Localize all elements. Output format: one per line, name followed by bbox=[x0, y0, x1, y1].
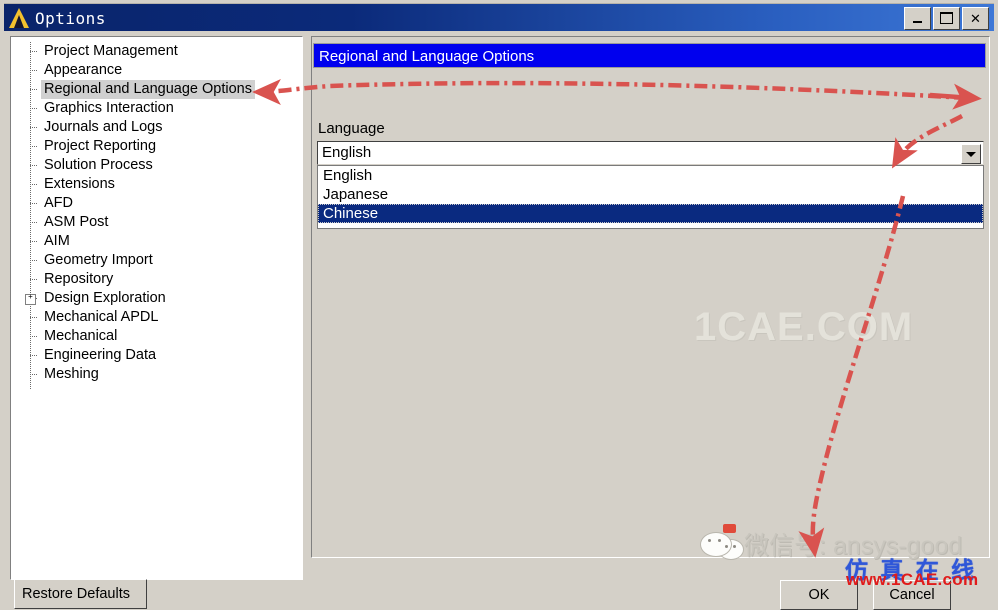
watermark-centre: 1CAE.COM bbox=[694, 305, 914, 349]
tree-item-label: Regional and Language Options bbox=[41, 80, 255, 99]
minimize-button[interactable] bbox=[904, 6, 931, 30]
tree-item-label: ASM Post bbox=[44, 214, 109, 230]
tree-connector bbox=[30, 146, 37, 148]
tree-item-label: AFD bbox=[44, 195, 73, 211]
tree-item-project-reporting[interactable]: Project Reporting bbox=[11, 137, 302, 156]
tree-connector bbox=[30, 184, 37, 186]
ok-button[interactable]: OK bbox=[780, 580, 858, 610]
tree-connector bbox=[30, 317, 37, 319]
tree-item-regional-and-language-options[interactable]: Regional and Language Options bbox=[11, 80, 302, 99]
tree-connector bbox=[30, 355, 37, 357]
window-title: Options bbox=[35, 8, 106, 28]
language-combobox[interactable]: English bbox=[317, 141, 984, 165]
tree-item-label: Mechanical APDL bbox=[44, 309, 159, 325]
dropdown-option-english[interactable]: English bbox=[318, 166, 983, 185]
window-frame-right bbox=[994, 0, 998, 587]
tree-connector bbox=[30, 279, 37, 281]
title-bar: Options ✕ bbox=[4, 3, 994, 32]
maximize-icon bbox=[940, 12, 953, 24]
tree-item-label: Mechanical bbox=[44, 328, 118, 344]
language-selected-value: English bbox=[322, 144, 372, 161]
close-button[interactable]: ✕ bbox=[962, 6, 989, 30]
tree-connector bbox=[30, 70, 37, 72]
tree-connector bbox=[30, 203, 37, 205]
ansys-logo-icon bbox=[8, 7, 30, 29]
tree-item-label: Design Exploration bbox=[44, 290, 166, 306]
tree-connector bbox=[30, 127, 37, 129]
close-icon: ✕ bbox=[970, 10, 981, 26]
tree-item-label: Project Management bbox=[44, 43, 178, 59]
tree-connector bbox=[30, 51, 37, 53]
language-label: Language bbox=[318, 120, 385, 137]
tree-item-aim[interactable]: AIM bbox=[11, 232, 302, 251]
tree-item-label: Repository bbox=[44, 271, 114, 287]
tree-item-appearance[interactable]: Appearance bbox=[11, 61, 302, 80]
tree-connector bbox=[30, 222, 37, 224]
options-panel: Regional and Language Options Language E… bbox=[311, 36, 990, 558]
tree-item-label: Extensions bbox=[44, 176, 115, 192]
tree-item-label: Graphics Interaction bbox=[44, 100, 174, 116]
settings-tree[interactable]: Project Management Appearance Regional and… bbox=[10, 36, 303, 580]
tree-connector bbox=[30, 108, 37, 110]
tree-item-mechanical-apdl[interactable]: Mechanical APDL bbox=[11, 308, 302, 327]
tree-item-label: Engineering Data bbox=[44, 347, 157, 363]
panel-splitter[interactable] bbox=[304, 36, 309, 578]
tree-item-graphics-interaction[interactable]: Graphics Interaction bbox=[11, 99, 302, 118]
tree-expand-icon[interactable]: + bbox=[25, 293, 36, 305]
section-header: Regional and Language Options bbox=[313, 43, 986, 68]
tree-connector bbox=[30, 374, 37, 376]
minimize-icon bbox=[913, 20, 922, 23]
maximize-button[interactable] bbox=[933, 6, 960, 30]
dropdown-option-japanese[interactable]: Japanese bbox=[318, 185, 983, 204]
dialog-body: Project Management Appearance Regional and… bbox=[4, 31, 994, 610]
tree-item-engineering-data[interactable]: Engineering Data bbox=[11, 346, 302, 365]
tree-item-repository[interactable]: Repository bbox=[11, 270, 302, 289]
tree-item-afd[interactable]: AFD bbox=[11, 194, 302, 213]
tree-item-label: Meshing bbox=[44, 366, 99, 382]
dropdown-option-chinese[interactable]: Chinese bbox=[318, 204, 983, 223]
window-controls: ✕ bbox=[904, 6, 994, 30]
tree-connector bbox=[30, 336, 37, 338]
tree-item-meshing[interactable]: Meshing bbox=[11, 365, 302, 384]
tree-item-asm-post[interactable]: ASM Post bbox=[11, 213, 302, 232]
options-dialog: Options ✕ Project Management Appearance Re… bbox=[0, 0, 998, 610]
tree-item-solution-process[interactable]: Solution Process bbox=[11, 156, 302, 175]
tree-item-design-exploration[interactable]: + Design Exploration bbox=[11, 289, 302, 308]
tree-item-label: AIM bbox=[44, 233, 70, 249]
cancel-button[interactable]: Cancel bbox=[873, 580, 951, 610]
restore-defaults-button[interactable]: Restore Defaults bbox=[14, 579, 147, 609]
tree-item-journals-and-logs[interactable]: Journals and Logs bbox=[11, 118, 302, 137]
tree-item-extensions[interactable]: Extensions bbox=[11, 175, 302, 194]
tree-item-geometry-import[interactable]: Geometry Import bbox=[11, 251, 302, 270]
tree-item-project-management[interactable]: Project Management bbox=[11, 42, 302, 61]
chevron-down-icon[interactable] bbox=[961, 144, 981, 164]
tree-connector bbox=[30, 89, 37, 91]
tree-item-label: Solution Process bbox=[44, 157, 153, 173]
language-dropdown-list[interactable]: English Japanese Chinese bbox=[317, 165, 984, 229]
tree-item-mechanical[interactable]: Mechanical bbox=[11, 327, 302, 346]
tree-item-label: Journals and Logs bbox=[44, 119, 163, 135]
tree-item-label: Project Reporting bbox=[44, 138, 157, 154]
tree-connector bbox=[30, 241, 37, 243]
tree-item-label: Appearance bbox=[44, 62, 123, 78]
tree-item-label: Geometry Import bbox=[44, 252, 153, 268]
tree-connector bbox=[30, 260, 37, 262]
tree-connector bbox=[30, 165, 37, 167]
